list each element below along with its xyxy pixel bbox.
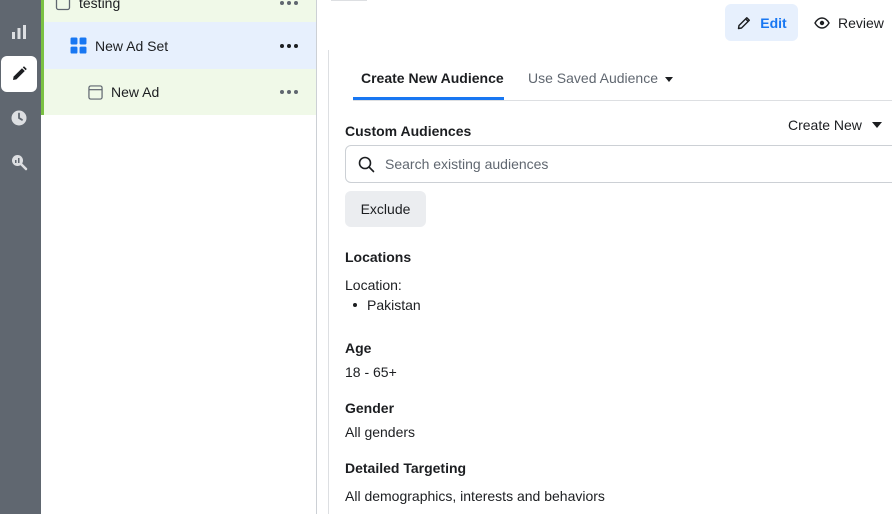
more-options-icon[interactable]: [280, 90, 298, 94]
campaign-tree: testing New Ad Set New Ad: [41, 0, 316, 514]
location-value: Pakistan: [367, 297, 421, 313]
main-panel: Edit Review Create New Audience Use Save…: [317, 0, 892, 514]
tab-use-saved-audience[interactable]: Use Saved Audience: [528, 70, 673, 86]
more-options-icon[interactable]: [280, 43, 298, 48]
caret-down-icon: [664, 76, 673, 82]
history-button[interactable]: [1, 100, 37, 136]
content-edge: [328, 50, 329, 514]
ad-icon: [88, 84, 103, 100]
create-new-label: Create New: [788, 117, 862, 133]
search-input[interactable]: [385, 156, 865, 172]
active-tab-indicator: [353, 97, 504, 100]
tree-item-campaign[interactable]: testing: [41, 0, 316, 22]
tree-item-label: testing: [79, 0, 121, 11]
detailed-targeting-value: All demographics, interests and behavior…: [345, 488, 605, 504]
campaign-icon: [55, 0, 71, 11]
gender-value: All genders: [345, 424, 416, 440]
review-label: Review: [838, 14, 884, 31]
tab-create-new-audience[interactable]: Create New Audience: [361, 70, 504, 86]
custom-audiences-title: Custom Audiences: [345, 123, 472, 139]
magnify-chart-icon: [12, 155, 28, 171]
tree-item-ad[interactable]: New Ad: [41, 69, 316, 115]
age-title: Age: [345, 340, 372, 356]
tree-item-label: New Ad Set: [95, 37, 169, 54]
age-value: 18 - 65+: [345, 364, 397, 380]
detailed-targeting-title: Detailed Targeting: [345, 460, 467, 476]
tree-row-indicator: [41, 0, 44, 22]
pencil-icon: [13, 66, 27, 80]
exclude-label: Exclude: [360, 201, 411, 217]
bullet: [353, 303, 357, 307]
caret-down-icon: [871, 122, 882, 128]
adset-grid-icon: [70, 37, 87, 54]
reporting-button[interactable]: [1, 14, 37, 50]
audience-tabs: Create New Audience Use Saved Audience: [353, 66, 892, 101]
tree-item-adset[interactable]: New Ad Set: [41, 22, 316, 69]
location-label: Location:: [345, 277, 402, 293]
tree-row-indicator: [41, 22, 44, 69]
eye-icon: [814, 16, 830, 29]
tree-item-label: New Ad: [111, 84, 160, 100]
create-new-dropdown[interactable]: Create New: [788, 117, 882, 133]
tab-label: Use Saved Audience: [528, 70, 658, 86]
exclude-button[interactable]: Exclude: [345, 191, 426, 227]
review-button[interactable]: Review: [814, 4, 892, 41]
chart-icon: [12, 25, 26, 39]
top-strip: [331, 0, 367, 1]
edit-button[interactable]: Edit: [725, 4, 798, 41]
search-icon: [358, 156, 375, 172]
gender-title: Gender: [345, 400, 395, 416]
tree-row-indicator: [41, 69, 44, 115]
edit-mode-button[interactable]: [1, 56, 37, 92]
pencil-outline-icon: [738, 16, 751, 29]
edit-label: Edit: [760, 14, 787, 31]
locations-title: Locations: [345, 249, 412, 265]
tab-label: Create New Audience: [361, 70, 504, 86]
audience-search-field[interactable]: [345, 145, 892, 183]
clock-icon: [11, 110, 27, 126]
more-options-icon[interactable]: [280, 1, 298, 5]
left-rail: [0, 0, 41, 514]
location-list-item: Pakistan: [353, 297, 421, 313]
inspect-button[interactable]: [1, 144, 37, 180]
